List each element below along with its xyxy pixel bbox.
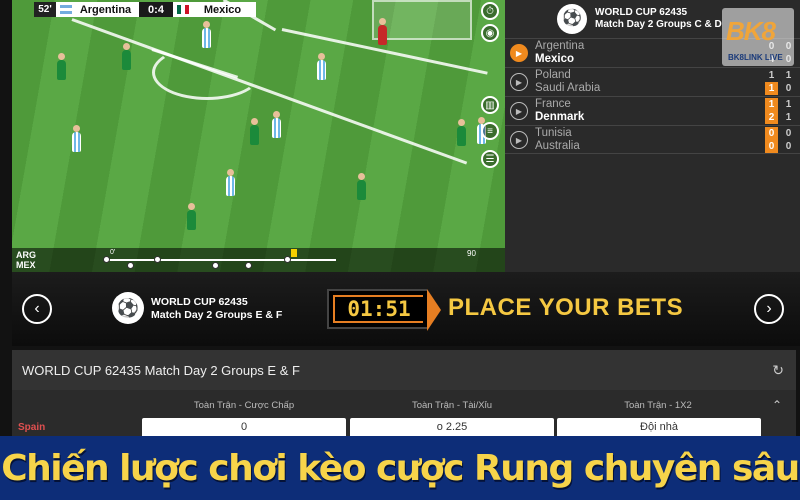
team-1: Argentina xyxy=(535,40,585,52)
score-2: 2 xyxy=(765,111,778,124)
team-2: Saudi Arabia xyxy=(535,82,601,94)
result-2: 1 xyxy=(785,112,792,123)
team-2: Australia xyxy=(535,140,580,152)
timeline-track xyxy=(106,259,336,261)
banner-title-line2: Match Day 2 Groups E & F xyxy=(151,309,283,321)
timeline-start: 0' xyxy=(110,249,116,256)
score-1: 1 xyxy=(765,98,778,111)
player xyxy=(72,125,81,152)
home-team: Argentina xyxy=(79,3,132,16)
place-bets-label[interactable]: PLACE YOUR BETS xyxy=(448,294,683,322)
bets-banner: ‹ ⚽ WORLD CUP 62435 Match Day 2 Groups E… xyxy=(12,272,800,346)
chevron-right-icon[interactable]: › xyxy=(754,294,784,324)
match-timeline: ARG MEX 0' 90 xyxy=(12,248,505,272)
player xyxy=(202,21,211,48)
goal-marker-icon xyxy=(103,256,110,263)
market-title: WORLD CUP 62435 Match Day 2 Groups E & F xyxy=(22,362,300,378)
refresh-icon[interactable]: ↻ xyxy=(772,362,784,379)
team-1: France xyxy=(535,98,571,110)
result-2: 0 xyxy=(785,83,792,94)
player xyxy=(122,43,131,70)
play-icon[interactable]: ▶ xyxy=(510,73,528,91)
play-icon[interactable]: ▶ xyxy=(510,131,528,149)
goal-marker-icon xyxy=(245,262,252,269)
market-header: WORLD CUP 62435 Match Day 2 Groups E & F… xyxy=(12,350,796,390)
scoreboard: 52' Argentina 0:4 Mexico xyxy=(34,2,256,17)
referee xyxy=(378,18,387,45)
player xyxy=(357,173,366,200)
row-team-label: Spain xyxy=(18,422,46,433)
logo-subtitle: BK8LINK LIVE xyxy=(728,53,783,62)
stats-icon[interactable]: ▥ xyxy=(481,96,499,114)
score-2: 1 xyxy=(765,82,778,95)
team-2: Denmark xyxy=(535,111,585,123)
play-icon[interactable]: ▶ xyxy=(510,44,528,62)
team-2: Mexico xyxy=(535,53,574,65)
score-1: 0 xyxy=(765,127,778,140)
away-team: Mexico xyxy=(203,3,242,16)
score-1: 1 xyxy=(768,70,775,81)
countdown-value: 01:51 xyxy=(333,295,423,323)
player xyxy=(187,203,196,230)
market-columns: Toàn Trận - Cược Chấp Toàn Trận - Tài/Xỉ… xyxy=(12,390,796,418)
play-icon[interactable]: ▶ xyxy=(510,102,528,120)
audio-icon[interactable]: ◉ xyxy=(481,24,499,42)
yellow-card-icon xyxy=(291,249,297,257)
lineup-icon[interactable]: ☰ xyxy=(481,150,499,168)
timeline-home-abbr: ARG xyxy=(16,250,36,260)
logo-brand: BK8 xyxy=(726,16,776,46)
team-1: Tunisia xyxy=(535,127,572,139)
match-row[interactable]: ▶ France Denmark 1 2 1 1 xyxy=(505,96,800,125)
countdown-timer: 01:51 xyxy=(327,289,441,331)
player xyxy=(272,111,281,138)
chevron-left-icon[interactable]: ‹ xyxy=(22,294,52,324)
list-icon[interactable]: ≡ xyxy=(481,122,499,140)
result-1: 1 xyxy=(785,70,792,81)
chevron-up-icon[interactable]: ⌃ xyxy=(772,398,782,412)
goal-marker-icon xyxy=(154,256,161,263)
player xyxy=(57,53,66,80)
result-1: 0 xyxy=(785,128,792,139)
result-2: 0 xyxy=(785,141,792,152)
column-handicap: Toàn Trận - Cược Chấp xyxy=(193,400,295,411)
timeline-end: 90 xyxy=(467,249,476,258)
banner-title-line1: WORLD CUP 62435 xyxy=(151,296,248,308)
caption-text: Chiến lược chơi kèo cược Rung chuyên sâu xyxy=(1,447,800,489)
player xyxy=(250,118,259,145)
timeline-away-abbr: MEX xyxy=(16,260,36,270)
live-score: 0:4 xyxy=(139,2,173,17)
match-minute: 52' xyxy=(34,2,56,17)
goal-marker-icon xyxy=(284,256,291,263)
goal-marker-icon xyxy=(212,262,219,269)
bk8-logo: BK8 BK8LINK LIVE xyxy=(722,8,794,66)
match-row[interactable]: ▶ Poland Saudi Arabia 1 1 1 0 xyxy=(505,67,800,96)
football-icon: ⚽ xyxy=(112,292,144,324)
match-video[interactable]: 52' Argentina 0:4 Mexico ⏱ ◉ ▥ ≡ ☰ ARG M… xyxy=(12,0,505,272)
column-1x2: Toàn Trận - 1X2 xyxy=(624,400,692,411)
timer-icon[interactable]: ⏱ xyxy=(481,2,499,20)
player xyxy=(226,169,235,196)
mexico-flag-icon xyxy=(177,5,189,14)
banner-title: WORLD CUP 62435 Match Day 2 Groups E & F xyxy=(151,296,282,322)
column-over-under: Toàn Trận - Tài/Xỉu xyxy=(411,400,493,411)
argentina-flag-icon xyxy=(60,5,72,14)
match-row[interactable]: ▶ Tunisia Australia 0 0 0 0 xyxy=(505,125,800,154)
goal-marker-icon xyxy=(127,262,134,269)
app-root: 52' Argentina 0:4 Mexico ⏱ ◉ ▥ ≡ ☰ ARG M… xyxy=(0,0,800,500)
score-2: 0 xyxy=(765,140,778,153)
football-icon: ⚽ xyxy=(557,4,587,34)
player xyxy=(457,119,466,146)
caption-banner: Chiến lược chơi kèo cược Rung chuyên sâu xyxy=(0,436,800,500)
team-1: Poland xyxy=(535,69,571,81)
result-1: 1 xyxy=(785,99,792,110)
player xyxy=(317,53,326,80)
